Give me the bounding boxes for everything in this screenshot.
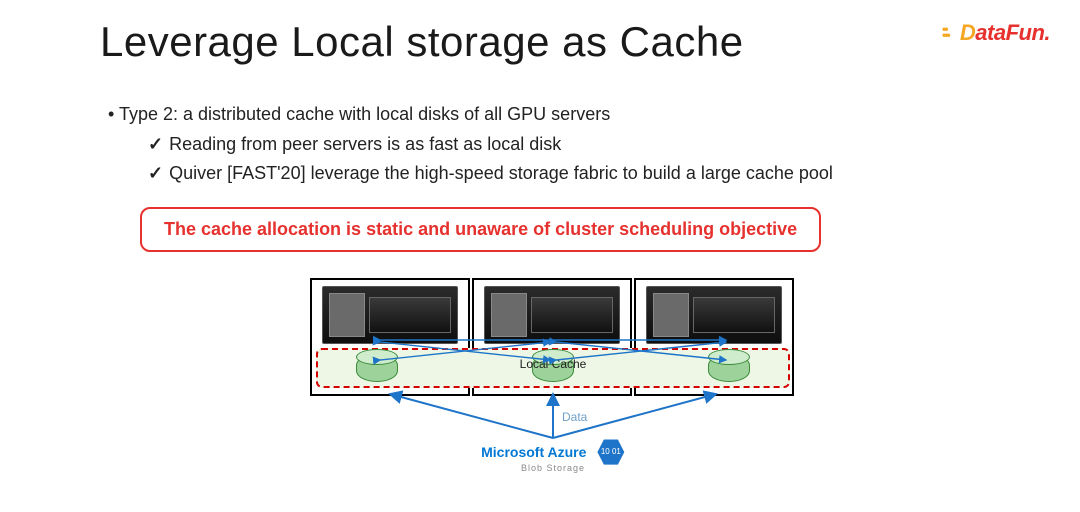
gpu-card-icon	[484, 286, 620, 344]
callout-box: The cache allocation is static and unawa…	[140, 207, 821, 252]
architecture-diagram: Local Cache	[310, 278, 800, 478]
logo-dots-icon: •••••	[942, 26, 949, 38]
bullet-sub2: Quiver [FAST'20] leverage the high-speed…	[148, 159, 1010, 189]
azure-title: Microsoft Azure	[481, 444, 586, 460]
azure-blob-storage: Microsoft Azure 10 01 Blob Storage	[310, 438, 796, 473]
local-cache-label: Local Cache	[310, 357, 796, 371]
gpu-card-icon	[322, 286, 458, 344]
bullet-sub1: Reading from peer servers is as fast as …	[148, 130, 1010, 160]
bullet-type2: Type 2: a distributed cache with local d…	[108, 100, 1010, 130]
data-arrows-icon	[310, 390, 796, 440]
logo-part1: D	[960, 20, 975, 45]
slide-title: Leverage Local storage as Cache	[100, 18, 1010, 66]
slide: ••••• DataFun. Leverage Local storage as…	[0, 0, 1080, 512]
azure-hex-icon: 10 01	[597, 438, 625, 466]
azure-subtitle: Blob Storage	[310, 463, 796, 473]
gpu-card-icon	[646, 286, 782, 344]
datafun-logo: ••••• DataFun.	[960, 20, 1050, 46]
logo-part2: ataFun.	[975, 20, 1050, 45]
bullet-list: Type 2: a distributed cache with local d…	[108, 100, 1010, 189]
